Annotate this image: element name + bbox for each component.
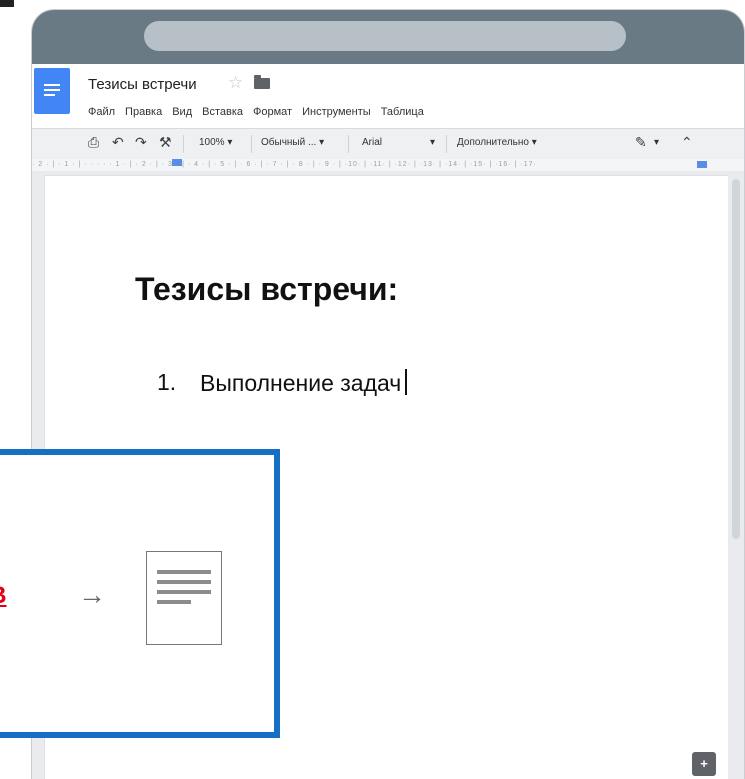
corner-mark xyxy=(0,0,14,7)
text-cursor xyxy=(405,369,408,395)
ruler: · 2 · | · 1 · | · · · · · 1 · | · 2 · | … xyxy=(32,159,744,171)
scrollbar[interactable] xyxy=(728,171,744,779)
browser-chrome xyxy=(32,10,744,64)
document-title[interactable]: Тезисы встречи xyxy=(88,76,197,93)
arrow-icon: → xyxy=(78,579,106,610)
scroll-thumb[interactable] xyxy=(732,179,740,539)
font-select[interactable]: Arial xyxy=(362,137,382,148)
menu-tools[interactable]: Инструменты xyxy=(302,106,371,118)
list-number: 1. xyxy=(157,369,177,395)
paint-format-icon[interactable]: ⚒ xyxy=(159,135,172,149)
document-icon xyxy=(146,551,222,645)
explore-icon[interactable]: + xyxy=(692,752,716,776)
indent-marker[interactable] xyxy=(172,159,182,166)
style-select[interactable]: Обычный ... ▾ xyxy=(261,137,324,148)
document-heading: Тезисы встречи: xyxy=(135,271,399,307)
address-bar[interactable] xyxy=(144,21,626,51)
menu-view[interactable]: Вид xyxy=(172,106,192,118)
redo-icon[interactable]: ↷ xyxy=(135,135,147,149)
menu-file[interactable]: Файл xyxy=(88,106,115,118)
collapse-icon[interactable]: ⌃ xyxy=(681,135,693,149)
menu-edit[interactable]: Правка xyxy=(125,106,162,118)
font-dropdown-icon[interactable]: ▾ xyxy=(430,137,435,148)
star-icon[interactable]: ☆ xyxy=(228,73,243,93)
docs-header: Тезисы встречи ☆ Файл Правка Вид Вставка Фор… xyxy=(32,64,744,128)
menu-table[interactable]: Таблица xyxy=(381,106,424,118)
pen-icon[interactable]: ✎ xyxy=(635,135,647,149)
menu-format[interactable]: Формат xyxy=(253,106,292,118)
list-item: Выполнение задач xyxy=(200,369,408,397)
menu-bar: Файл Правка Вид Вставка Формат Инструменты Таб… xyxy=(88,106,434,118)
undo-icon[interactable]: ↶ xyxy=(112,135,124,149)
overlay-text: БВ xyxy=(0,582,7,610)
pen-dropdown-icon[interactable]: ▾ xyxy=(654,137,659,148)
menu-insert[interactable]: Вставка xyxy=(202,106,243,118)
ruler-scale: · 2 · | · 1 · | · · · · · 1 · | · 2 · | … xyxy=(32,161,537,168)
toolbar: ⎙ ↶ ↷ ⚒ 100% ▾ Обычный ... ▾ Arial ▾ Доп… xyxy=(32,128,744,160)
right-indent-marker[interactable] xyxy=(697,161,707,168)
folder-icon[interactable] xyxy=(254,75,270,89)
info-overlay: БВ → xyxy=(0,449,280,738)
more-button[interactable]: Дополнительно ▾ xyxy=(457,137,537,148)
zoom-select[interactable]: 100% ▾ xyxy=(199,137,232,148)
print-icon[interactable]: ⎙ xyxy=(88,135,99,149)
docs-logo-icon[interactable] xyxy=(34,68,70,114)
